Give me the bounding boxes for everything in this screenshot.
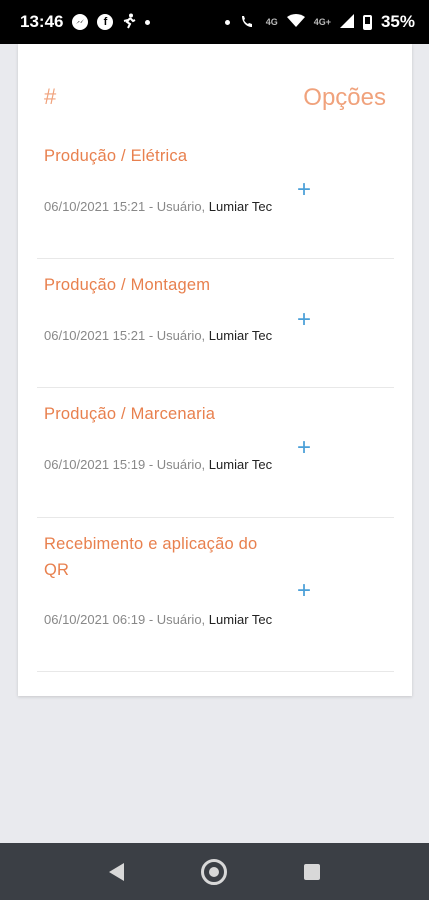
dot-icon [145,19,151,25]
item-user: Lumiar Tec [208,612,273,627]
list-item: Produção / Montagem 06/10/2021 15:21 - U… [37,258,394,388]
list-item: Recebimento e aplicação do QR 06/10/2021… [37,517,394,672]
network-badge: 4G [265,17,278,27]
status-bar-right: 4G 4G+ 35% [224,12,415,32]
status-bar-left: 13:46 f [20,12,151,32]
list-item: Produção / Elétrica 06/10/2021 15:21 - U… [37,139,394,259]
signal-badge: 4G+ [313,17,331,27]
item-date: 06/10/2021 15:19 - Usuário, [44,457,209,472]
signal-icon [339,13,354,31]
wifi-calling-icon [239,13,257,32]
item-user: Lumiar Tec [208,457,273,472]
add-button[interactable]: + [293,178,315,202]
item-date: 06/10/2021 06:19 - Usuário, [44,612,209,627]
battery-icon [362,14,372,30]
status-bar: 13:46 f 4G 4G+ 35% [0,0,429,44]
home-icon[interactable] [200,858,227,885]
add-button[interactable]: + [293,579,315,603]
clock: 13:46 [20,12,64,31]
column-header-number: # [44,84,57,109]
dot-icon [224,19,230,25]
item-meta: 06/10/2021 15:21 - Usuário, Lumiar Tec [44,323,274,348]
system-nav-bar [0,843,429,900]
item-title: Recebimento e aplicação do QR [44,535,258,579]
recent-apps-icon[interactable] [304,863,321,880]
list-card: # Opções Produção / Elétrica 06/10/2021 … [18,44,412,696]
item-meta: 06/10/2021 15:19 - Usuário, Lumiar Tec [44,452,274,477]
item-meta: 06/10/2021 06:19 - Usuário, Lumiar Tec [44,607,274,632]
column-header-options: Opções [303,84,386,111]
add-button[interactable]: + [293,308,315,332]
item-user: Lumiar Tec [208,328,273,343]
list-item: Produção / Marcenaria 06/10/2021 15:19 -… [37,387,394,518]
item-date: 06/10/2021 15:21 - Usuário, [44,199,209,214]
item-title: Produção / Montagem [44,276,211,294]
add-button[interactable]: + [293,436,315,460]
item-title: Produção / Elétrica [44,147,188,165]
wifi-icon [286,13,305,31]
item-meta: 06/10/2021 15:21 - Usuário, Lumiar Tec [44,194,274,219]
back-icon[interactable] [108,862,124,881]
facebook-icon: f [97,14,114,30]
item-title: Produção / Marcenaria [44,405,216,423]
item-user: Lumiar Tec [208,199,273,214]
running-icon [122,13,136,32]
messenger-icon [72,14,89,30]
item-date: 06/10/2021 15:21 - Usuário, [44,328,209,343]
battery-percent: 35% [380,12,415,31]
